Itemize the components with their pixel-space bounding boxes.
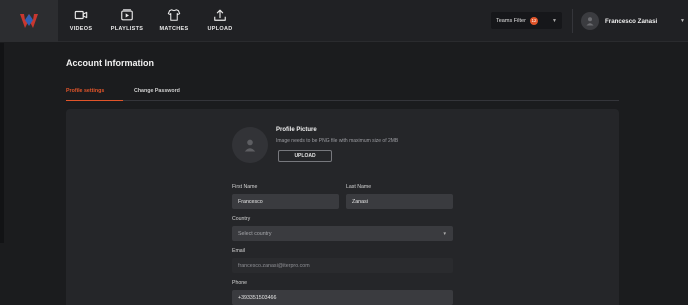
- app-logo[interactable]: [0, 0, 58, 42]
- teams-filter-label: Teams Filter: [496, 17, 526, 24]
- first-name-field[interactable]: Francesco: [232, 194, 339, 209]
- profile-picture-hint: Image needs to be PNG file with maximum …: [276, 138, 399, 144]
- last-name-label: Last Name: [346, 184, 372, 190]
- country-label: Country: [232, 216, 251, 222]
- settings-tabs: Profile settings Change Password: [66, 87, 619, 101]
- phone-field[interactable]: +393351503466: [232, 290, 453, 305]
- tab-profile-settings[interactable]: Profile settings: [66, 87, 123, 101]
- chevron-down-icon: ▼: [680, 18, 685, 24]
- teams-filter-dropdown[interactable]: Teams Filter 12 ▼: [491, 12, 562, 29]
- nav-videos[interactable]: VIDEOS: [61, 8, 101, 32]
- nav-videos-label: VIDEOS: [69, 26, 93, 32]
- nav-upload[interactable]: UPLOAD: [200, 8, 240, 32]
- nav-matches-label: MATCHES: [159, 26, 189, 32]
- upload-picture-button[interactable]: UPLOAD: [278, 150, 332, 162]
- upload-icon: [214, 9, 226, 21]
- profile-picture-title: Profile Picture: [276, 127, 317, 133]
- page-title: Account Information: [66, 58, 154, 68]
- nav-matches[interactable]: MATCHES: [154, 8, 194, 32]
- user-icon: [586, 17, 594, 26]
- nav-playlists-label: PLAYLISTS: [110, 26, 144, 32]
- logo-icon: [20, 14, 38, 28]
- avatar: [581, 12, 599, 30]
- nav-upload-label: UPLOAD: [207, 26, 233, 32]
- tab-change-password[interactable]: Change Password: [134, 87, 180, 101]
- user-menu[interactable]: Francesco Zanasi ▼: [581, 10, 685, 32]
- phone-label: Phone: [232, 280, 248, 286]
- playlist-icon: [121, 9, 133, 21]
- chevron-down-icon: ▼: [442, 231, 447, 236]
- header-divider: [572, 9, 573, 33]
- country-placeholder: Select country: [238, 230, 272, 237]
- teams-filter-count-badge: 12: [529, 16, 538, 25]
- nav-playlists[interactable]: PLAYLISTS: [107, 8, 147, 32]
- email-label: Email: [232, 248, 245, 254]
- user-name: Francesco Zanasi: [605, 17, 658, 25]
- user-icon: [244, 139, 256, 152]
- country-select[interactable]: Select country ▼: [232, 226, 453, 241]
- jersey-icon: [167, 9, 181, 21]
- email-field[interactable]: francesco.zanasi@iterpro.com: [232, 258, 453, 273]
- profile-picture[interactable]: [232, 127, 268, 163]
- top-bar: VIDEOS PLAYLISTS MATCHES UPLOAD Teams Fi…: [0, 0, 688, 42]
- last-name-field[interactable]: Zanasi: [346, 194, 453, 209]
- video-icon: [74, 10, 88, 20]
- first-name-label: First Name: [232, 184, 258, 190]
- chevron-down-icon: ▼: [552, 17, 557, 24]
- sidebar-strip: [0, 43, 4, 243]
